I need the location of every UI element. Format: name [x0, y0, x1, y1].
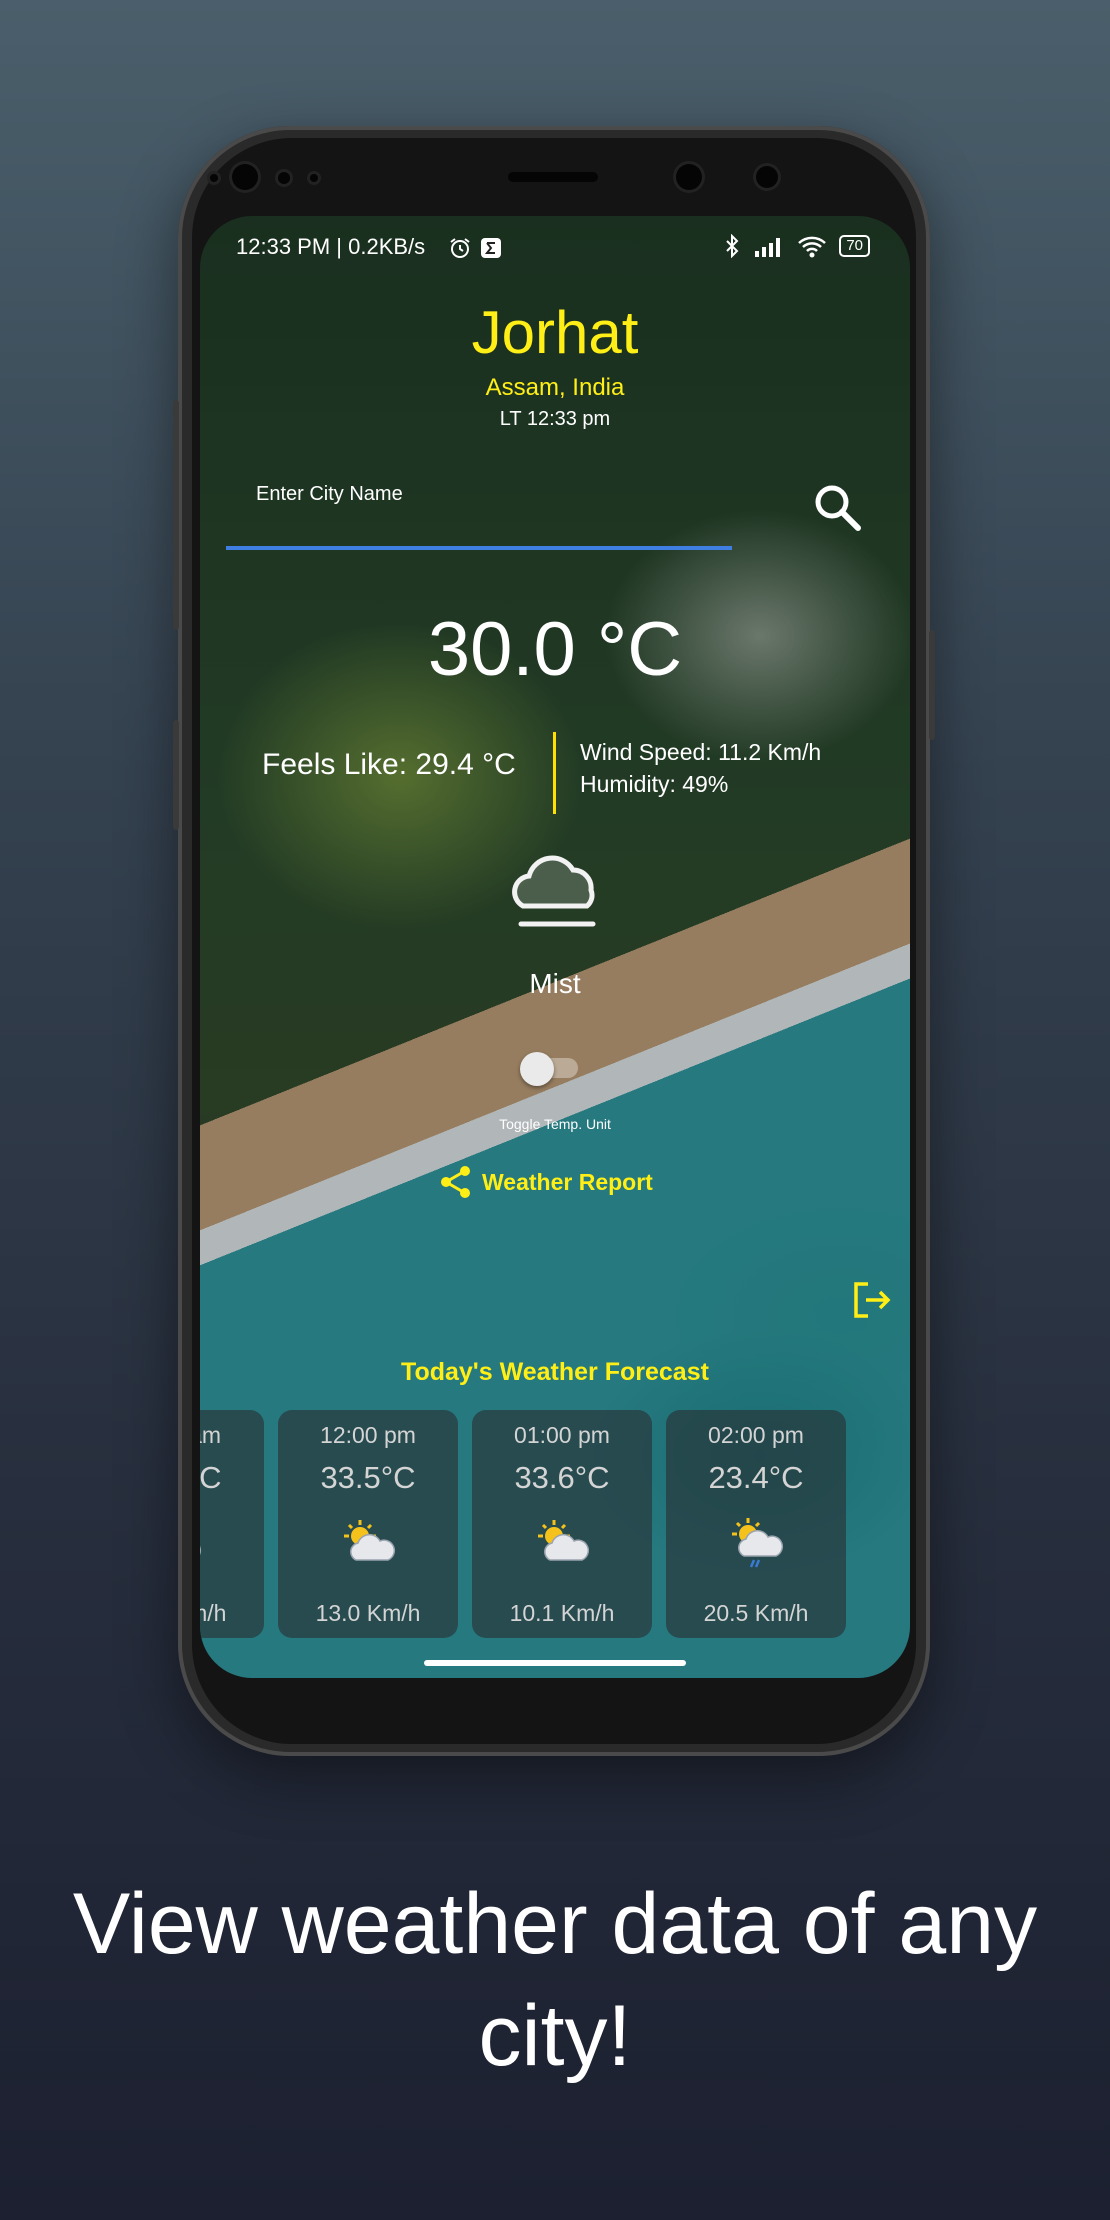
volume-button [173, 400, 179, 630]
weather-report-share-button[interactable]: Weather Report [438, 1164, 653, 1200]
search-underline [226, 546, 732, 550]
share-icon [441, 1166, 470, 1198]
temp-unit-toggle[interactable] [520, 1052, 584, 1086]
divider [553, 732, 556, 814]
forecast-time: 02:00 pm [708, 1422, 804, 1448]
forecast-temp: 23.4°C [708, 1460, 804, 1495]
sensor-icon [278, 172, 290, 184]
search-field[interactable] [226, 472, 792, 516]
status-bar: 12:33 PM | 0.2KB/s 70 [236, 234, 870, 264]
city-name: Jorhat [471, 299, 639, 366]
front-camera-icon [232, 164, 258, 190]
app-icon [481, 238, 501, 258]
local-time: LT 12:33 pm [499, 408, 611, 430]
caption-line-1: View weather data of any [72, 1876, 1038, 1972]
forecast-time: 01:00 pm [514, 1422, 610, 1448]
logout-icon[interactable] [850, 1278, 894, 1322]
home-indicator[interactable] [424, 1660, 686, 1666]
forecast-list[interactable]: 11:00 am 32.6°C 12.3 Km/h 12:00 pm 33.5°… [200, 1410, 846, 1638]
app-screen: 12:33 PM | 0.2KB/s 70 Jorhat Assam, Indi… [200, 216, 910, 1678]
alarm-icon [450, 238, 470, 258]
power-button [173, 720, 179, 830]
feels-like: Feels Like: 29.4 °C [262, 748, 516, 781]
forecast-card[interactable]: 01:00 pm 33.6°C 10.1 Km/h [472, 1410, 652, 1638]
toggle-label: Toggle Temp. Unit [499, 1116, 611, 1132]
mist-cloud-icon [512, 855, 596, 927]
forecast-wind: 10.1 Km/h [509, 1600, 615, 1626]
forecast-wind: 20.5 Km/h [703, 1600, 809, 1626]
region-name: Assam, India [485, 374, 625, 401]
side-button [929, 630, 935, 740]
search-icon[interactable] [808, 478, 868, 538]
sensor-icon [756, 166, 778, 188]
forecast-time: 12:00 pm [320, 1422, 416, 1448]
sensor-icon [310, 174, 318, 182]
weather-condition: Mist [529, 968, 581, 999]
humidity: Humidity: 49% [580, 771, 729, 797]
search-input[interactable] [226, 472, 792, 516]
signal-icon [755, 238, 781, 257]
caption-line-2: city! [478, 1988, 632, 2084]
wind-humidity: Wind Speed: 11.2 Km/h Humidity: 49% [580, 736, 821, 800]
forecast-temp: 32.6°C [200, 1460, 222, 1495]
status-time-speed: 12:33 PM | 0.2KB/s [236, 234, 426, 259]
share-label: Weather Report [482, 1168, 653, 1195]
sensor-icon [210, 174, 218, 182]
current-temperature: 30.0 °C [427, 607, 683, 692]
forecast-time: 11:00 am [200, 1422, 222, 1448]
partly-sunny-icon [344, 1520, 396, 1561]
battery-indicator: 70 [839, 235, 870, 257]
wifi-icon [798, 236, 827, 258]
bluetooth-icon [726, 234, 739, 258]
forecast-card[interactable]: 12:00 pm 33.5°C 13.0 Km/h [278, 1410, 458, 1638]
forecast-title: Today's Weather Forecast [401, 1358, 709, 1386]
status-icons: 70 [723, 234, 870, 258]
forecast-wind: 13.0 Km/h [315, 1600, 421, 1626]
forecast-wind: 12.3 Km/h [200, 1600, 227, 1626]
toggle-thumb[interactable] [520, 1052, 554, 1086]
earpiece-speaker [508, 172, 598, 182]
partly-sunny-icon [538, 1520, 590, 1561]
forecast-temp: 33.6°C [514, 1460, 610, 1495]
wind-speed: Wind Speed: 11.2 Km/h [580, 739, 822, 765]
front-camera-icon [676, 164, 702, 190]
forecast-card[interactable]: 11:00 am 32.6°C 12.3 Km/h [200, 1410, 264, 1638]
forecast-card[interactable]: 02:00 pm 23.4°C 20.5 Km/h [666, 1410, 846, 1638]
partly-sunny-rain-icon [732, 1518, 784, 1568]
partly-sunny-icon [200, 1545, 202, 1556]
forecast-temp: 33.5°C [320, 1460, 416, 1495]
promo-caption: View weather data of any city! [0, 1868, 1110, 2092]
